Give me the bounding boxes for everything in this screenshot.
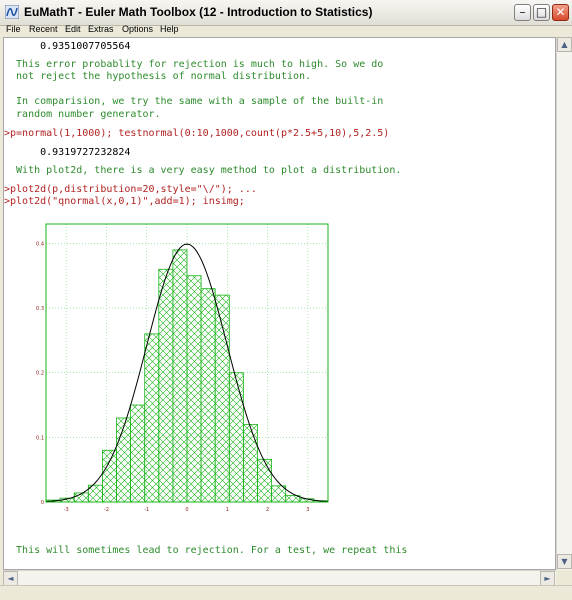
menu-edit[interactable]: Edit [65,24,81,34]
command-line[interactable]: >p=normal(1,1000); testnormal(0:10,1000,… [4,128,389,140]
menu-bar: File Recent Edit Extras Options Help [0,24,572,37]
histogram-bar [172,249,188,503]
close-button[interactable]: ✕ [552,4,569,21]
y-tick-label: 0.1 [36,435,44,441]
comment-line: This will sometimes lead to rejection. F… [4,545,408,556]
output-line: 0.9351007705564 [4,41,131,52]
menu-help[interactable]: Help [160,24,179,34]
x-tick-label: -3 [64,507,69,513]
maximize-button[interactable]: □ [533,4,550,21]
histogram-bar [257,458,272,503]
menu-recent[interactable]: Recent [29,24,58,34]
x-tick-label: -2 [104,507,109,513]
window-title: EuMathT - Euler Math Toolbox (12 - Intro… [24,5,373,19]
menu-extras[interactable]: Extras [88,24,114,34]
resize-grip[interactable] [556,570,572,585]
notebook-area[interactable]: 0.9351007705564 This error probablity fo… [3,37,556,570]
command-line[interactable]: >plot2d("qnormal(x,0,1)",add=1); insimg; [4,196,245,208]
histogram-bar [102,449,117,503]
comment-line: not reject the hypothesis of normal dist… [4,71,312,82]
menu-options[interactable]: Options [122,24,153,34]
scroll-down-button[interactable]: ▼ [557,554,572,569]
x-tick-label: 0 [185,507,188,513]
x-tick-label: 3 [306,507,309,513]
title-bar[interactable]: EuMathT - Euler Math Toolbox (12 - Intro… [0,0,572,26]
vertical-scrollbar[interactable]: ▲ ▼ [556,37,572,570]
status-bar [0,585,572,600]
histogram-bar [116,417,131,503]
histogram-bar [200,288,216,503]
histogram-bar [271,485,287,503]
scroll-left-button[interactable]: ◄ [3,571,18,586]
app-icon [5,5,19,19]
y-tick-label: 0 [41,500,44,506]
scroll-right-button[interactable]: ► [540,571,555,586]
horizontal-scrollbar[interactable]: ◄ ► [3,570,556,586]
output-line: 0.9319727232824 [4,147,131,158]
histogram-bar [242,424,258,503]
x-tick-label: 2 [266,507,269,513]
histogram-bar [130,404,146,503]
histogram-bar [144,333,160,503]
minimize-button[interactable]: – [514,4,531,21]
histogram-bar [228,372,244,503]
x-tick-label: 1 [226,507,229,513]
command-line[interactable]: >plot2d(p,distribution=20,style="\/"); .… [4,184,257,196]
comment-line: With plot2d, there is a very easy method… [4,165,402,176]
histogram-bar [158,268,174,503]
comment-line: random number generator. [4,109,161,120]
menu-file[interactable]: File [6,24,21,34]
y-tick-label: 0.2 [36,371,44,377]
histogram-bar [186,275,202,503]
distribution-plot: -3 -2 -1 0 1 2 3 0 0.1 0.2 0.3 0.4 [36,223,329,513]
y-tick-label: 0.3 [36,306,44,312]
comment-line: In comparision, we try the same with a s… [4,96,384,107]
x-tick-label: -1 [144,507,149,513]
scroll-up-button[interactable]: ▲ [557,37,572,52]
comment-line: This error probablity for rejection is m… [4,59,384,70]
histogram-bars [45,249,329,503]
y-tick-label: 0.4 [36,241,44,247]
